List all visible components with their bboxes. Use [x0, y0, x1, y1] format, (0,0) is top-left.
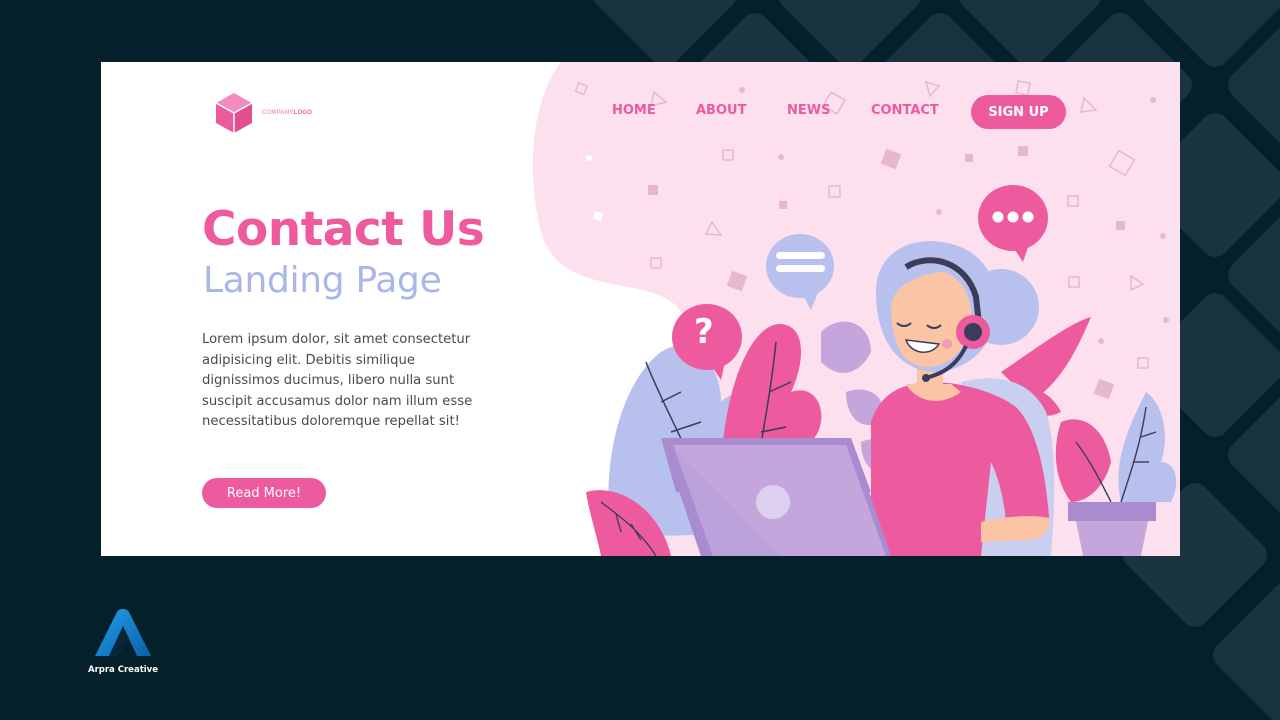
landing-page-card: ? COMPANYLOGO HOME ABOUT NEWS CONTACT SI… — [101, 62, 1180, 556]
nav-contact[interactable]: CONTACT — [871, 103, 939, 118]
logo-text-main: COMPANY — [262, 110, 294, 116]
logo-text: COMPANYLOGO — [262, 110, 312, 116]
nav-about[interactable]: ABOUT — [696, 103, 746, 118]
read-more-button[interactable]: Read More! — [202, 478, 326, 508]
company-logo[interactable]: COMPANYLOGO — [214, 91, 312, 135]
question-mark: ? — [694, 312, 714, 352]
brand-watermark: Arpra Creative — [88, 606, 158, 675]
brand-name: Arpra Creative — [88, 665, 158, 675]
hero-body-text: Lorem ipsum dolor, sit amet consectetur … — [202, 332, 473, 430]
arpra-logo-icon — [95, 609, 151, 656]
cube-logo-icon — [215, 93, 253, 133]
sign-up-button[interactable]: SIGN UP — [971, 95, 1066, 129]
logo-text-accent: LOGO — [293, 110, 313, 116]
nav-news[interactable]: NEWS — [787, 103, 830, 118]
hero-title: Contact Us — [202, 202, 485, 257]
hero-subtitle: Landing Page — [203, 260, 442, 301]
nav-home[interactable]: HOME — [612, 103, 656, 118]
